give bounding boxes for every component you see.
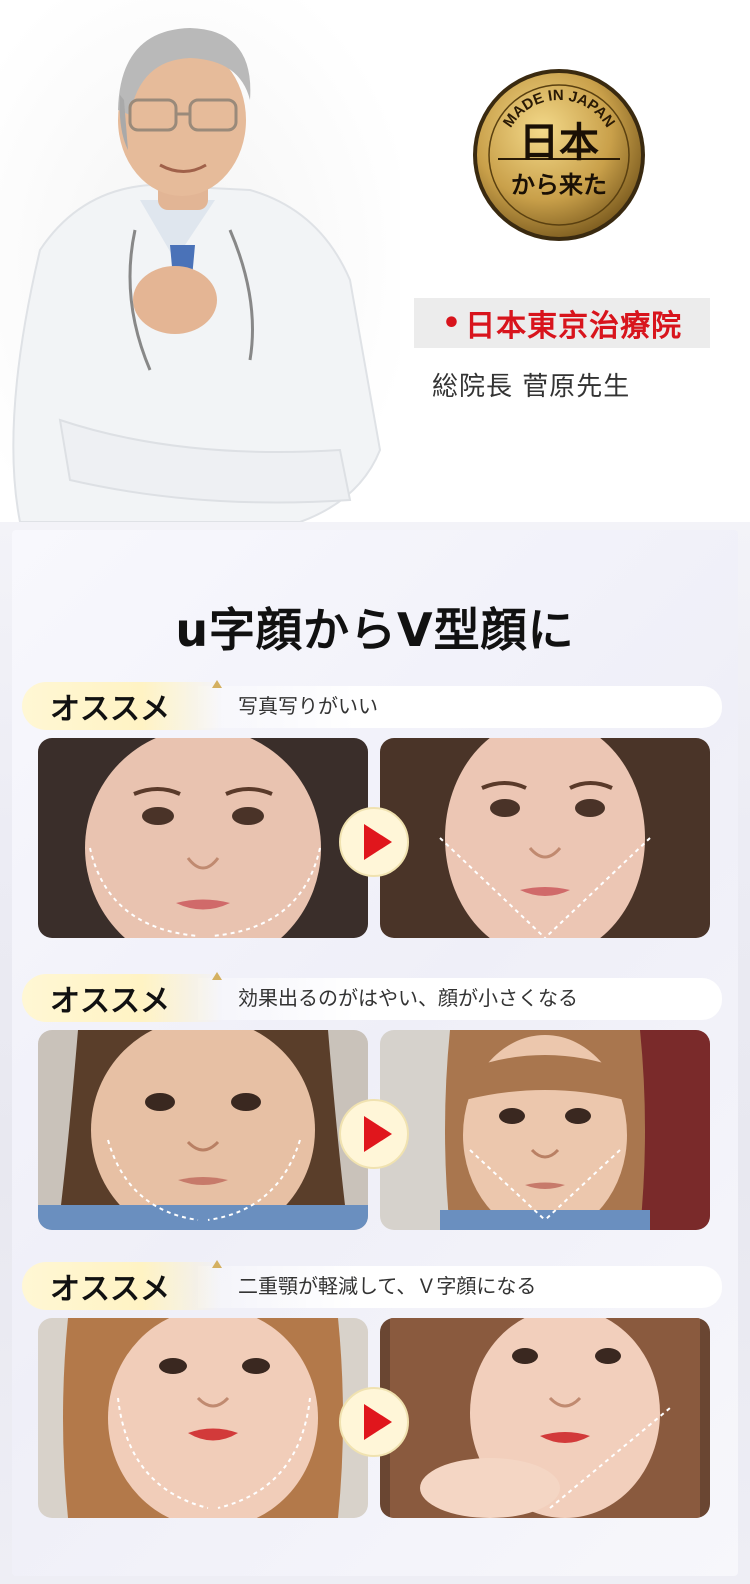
doctor-photo: [0, 0, 400, 522]
section-description: 写真写りがいい: [238, 694, 378, 718]
page-heading: u字顔からV型顔に: [175, 603, 575, 657]
arrow-right-icon: [339, 807, 409, 877]
before-face-photo: [38, 1318, 368, 1518]
tag-tip: [212, 680, 222, 688]
recommend-tag: オススメ: [22, 682, 222, 730]
before-face-photo: [38, 1030, 368, 1230]
before-after-photos: [38, 738, 714, 948]
comparison-section: オススメ 効果出るのがはやい、顔が小さくなる: [22, 966, 726, 1230]
label-row: オススメ 写真写りがいい: [22, 674, 726, 736]
section-description: 二重顎が軽減して、Ｖ字顔になる: [238, 1274, 537, 1298]
after-face-photo: [380, 1318, 710, 1518]
tag-tip: [212, 1260, 222, 1268]
badge-main-text: 日本: [519, 120, 599, 166]
comparison-section: オススメ 二重顎が軽減して、Ｖ字顔になる: [22, 1254, 726, 1518]
before-after-photos: [38, 1030, 714, 1240]
doctor-banner: MADE IN JAPAN 日本 から来た • 日本東京治療院 総院長 菅原先生: [0, 0, 750, 522]
comparison-panel: u字顔からV型顔に オススメ 写真写りがいい オススメ 効果出るのがはやい、顔が…: [0, 522, 750, 1584]
director-title: 総院長 菅原先生: [432, 372, 631, 402]
tag-tip: [212, 972, 222, 980]
label-row: オススメ 効果出るのがはやい、顔が小さくなる: [22, 966, 726, 1028]
recommend-tag: オススメ: [22, 974, 222, 1022]
after-face-photo: [380, 1030, 710, 1230]
bullet-dot: •: [441, 305, 462, 341]
made-in-japan-badge: MADE IN JAPAN 日本 から来た: [473, 69, 645, 241]
clinic-name: 日本東京治療院: [465, 309, 683, 344]
comparison-section: オススメ 写真写りがいい: [22, 674, 726, 938]
before-after-photos: [38, 1318, 714, 1528]
recommend-tag: オススメ: [22, 1262, 222, 1310]
arrow-right-icon: [339, 1387, 409, 1457]
before-face-photo: [38, 738, 368, 938]
label-row: オススメ 二重顎が軽減して、Ｖ字顔になる: [22, 1254, 726, 1316]
clinic-name-box: • 日本東京治療院: [414, 298, 710, 348]
after-face-photo: [380, 738, 710, 938]
badge-bottom-text: から来た: [511, 171, 607, 199]
arrow-right-icon: [339, 1099, 409, 1169]
section-description: 効果出るのがはやい、顔が小さくなる: [238, 986, 578, 1010]
